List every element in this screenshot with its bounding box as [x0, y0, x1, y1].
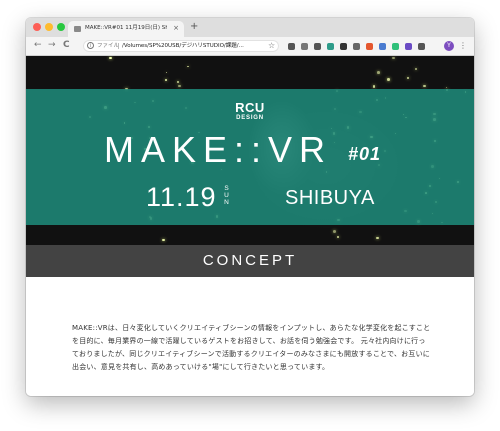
- forward-button[interactable]: →: [48, 40, 56, 51]
- new-tab-button[interactable]: +: [190, 21, 198, 33]
- light-speck: [109, 56, 113, 60]
- concept-paragraph: MAKE::VRは、日々変化していくクリエイティブシーンの情報をインプットし、あ…: [72, 324, 431, 371]
- extension-icon[interactable]: [288, 43, 295, 50]
- event-date: 11.19: [146, 182, 217, 212]
- extension-icon[interactable]: [418, 43, 425, 50]
- extension-icon[interactable]: [366, 43, 373, 50]
- logo-sub-text: DESIGN: [236, 115, 264, 121]
- browser-menu-icon[interactable]: ⋮: [459, 40, 467, 52]
- light-speck: [376, 236, 379, 240]
- extension-icon[interactable]: [379, 43, 386, 50]
- web-page: RCU DESIGN MAKE::VR #01 11.19 SUN SHIBUY…: [26, 56, 474, 396]
- extension-icon[interactable]: [301, 43, 308, 50]
- extension-icon[interactable]: [327, 43, 334, 50]
- extension-icon[interactable]: [392, 43, 399, 50]
- info-icon[interactable]: i: [87, 42, 94, 49]
- close-window-button[interactable]: [33, 23, 41, 31]
- light-speck: [387, 78, 390, 82]
- light-speck: [187, 65, 189, 68]
- event-location: SHIBUYA: [285, 187, 375, 209]
- back-button[interactable]: ←: [34, 40, 42, 51]
- light-speck: [162, 239, 165, 242]
- maximize-window-button[interactable]: [57, 23, 65, 31]
- light-speck: [372, 85, 376, 89]
- event-weekday: SUN: [224, 185, 229, 206]
- browser-toolbar: ← → C i ファイル /Volumes/SP%20USB/デジハリSTUDI…: [26, 37, 474, 56]
- light-speck: [165, 71, 167, 74]
- event-issue: #01: [348, 144, 382, 164]
- extension-icon[interactable]: [340, 43, 347, 50]
- light-speck: [165, 78, 168, 81]
- tab-close-icon[interactable]: ×: [173, 24, 179, 33]
- address-bar[interactable]: i ファイル /Volumes/SP%20USB/デジハリSTUDIO/課題/.…: [83, 40, 279, 52]
- extension-icon[interactable]: [405, 43, 412, 50]
- reload-button[interactable]: C: [63, 40, 70, 51]
- concept-header: CONCEPT: [26, 245, 474, 277]
- profile-avatar[interactable]: Y: [444, 41, 454, 51]
- light-speck: [392, 56, 395, 59]
- light-speck: [336, 235, 340, 239]
- light-speck: [178, 84, 181, 87]
- browser-tab[interactable]: MAKE::VR#01 11月19日(日) SHIBUYA ×: [68, 21, 184, 37]
- hero-banner: RCU DESIGN MAKE::VR #01 11.19 SUN SHIBUY…: [26, 56, 474, 245]
- address-url[interactable]: /Volumes/SP%20USB/デジハリSTUDIO/課題/...: [122, 40, 276, 52]
- light-speck: [415, 67, 418, 70]
- minimize-window-button[interactable]: [45, 23, 53, 31]
- favicon-icon: [74, 26, 81, 32]
- bookmark-star-icon[interactable]: ☆: [268, 40, 275, 52]
- logo-main-text: RCU: [235, 100, 265, 115]
- light-speck: [177, 81, 179, 83]
- concept-heading: CONCEPT: [202, 252, 298, 269]
- extension-icon[interactable]: [314, 43, 321, 50]
- light-speck: [407, 77, 409, 79]
- tab-strip: MAKE::VR#01 11月19日(日) SHIBUYA × +: [26, 18, 474, 37]
- browser-window: MAKE::VR#01 11月19日(日) SHIBUYA × + ← → C …: [26, 18, 474, 396]
- tab-title: MAKE::VR#01 11月19日(日) SHIBUYA: [85, 25, 167, 31]
- address-divider: [118, 43, 119, 49]
- light-speck: [333, 229, 337, 233]
- light-speck: [376, 70, 380, 74]
- light-speck: [423, 85, 426, 88]
- address-scheme-label: ファイル: [97, 43, 120, 49]
- event-title: MAKE::VR: [104, 129, 333, 170]
- extension-icon[interactable]: [353, 43, 360, 50]
